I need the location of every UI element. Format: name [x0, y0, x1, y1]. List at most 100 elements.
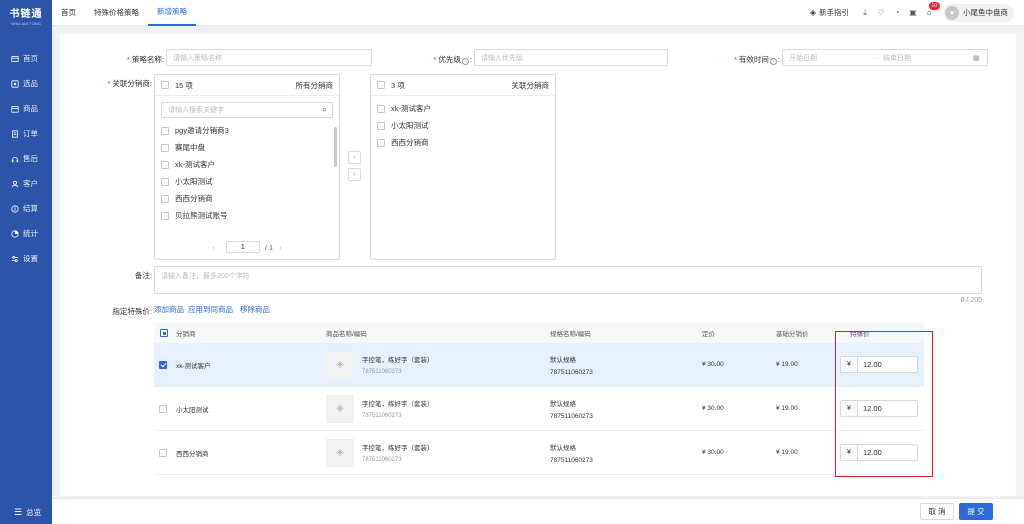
row-checkbox[interactable] [159, 404, 167, 413]
row-base-price: ¥ 19.00 [776, 449, 798, 456]
sidebar-item-settings[interactable]: 设置 [0, 246, 52, 271]
sidebar-item-order[interactable]: 订单 [0, 121, 52, 146]
left-title: 所有分销商 [295, 80, 334, 90]
spec-name: 默认规格 [550, 356, 576, 364]
item-checkbox[interactable] [161, 194, 169, 203]
sidebar-item-select[interactable]: 选品 [0, 71, 52, 96]
item-checkbox[interactable] [161, 160, 169, 169]
user-menu[interactable]: ● 小尾鱼中盘商 [943, 3, 1014, 22]
table-row[interactable]: 西西分销商 ◈ 字控笔，练好字（套装） 787511060273 默认规格 7875… [154, 431, 924, 475]
list-item[interactable]: 西西分销商 [155, 190, 339, 207]
list-item[interactable]: 赛尾中盘 [155, 139, 339, 156]
sidebar-item-customer[interactable]: 客户 [0, 171, 52, 196]
item-checkbox[interactable] [377, 104, 385, 113]
apply-same-product-link[interactable]: 应用到同商品 [188, 304, 233, 315]
transfer-right-list: xk-测试客户 小太阳测试 西西分销商 [371, 100, 555, 151]
item-checkbox[interactable] [377, 121, 385, 130]
stats-icon [10, 229, 19, 238]
col-product: 商品名称/编码 [326, 331, 367, 338]
col-price: 定价 [702, 331, 715, 338]
submit-button[interactable]: 提 交 [959, 503, 993, 520]
col-base-price: 基础分销价 [776, 331, 809, 338]
row-checkbox[interactable] [159, 360, 167, 369]
move-right-button[interactable]: › [348, 151, 361, 164]
product-image-icon: ◈ [326, 438, 354, 467]
item-checkbox[interactable] [161, 211, 169, 220]
row-spec: 默认规格 787511060273 [550, 431, 593, 474]
list-item[interactable]: 西西分销商 [371, 134, 555, 151]
list-item[interactable]: 小太阳测试 [371, 117, 555, 134]
transfer-right-panel: 3 项 关联分销商 xk-测试客户 小太阳测试 西西分销商 [370, 74, 556, 260]
order-icon [10, 129, 19, 138]
list-item[interactable]: 小太阳测试 [155, 173, 339, 190]
sidebar-item-settlement[interactable]: 结算 [0, 196, 52, 221]
list-item[interactable]: 贝拉熊测试账号 [155, 207, 339, 224]
sidebar-item-aftersale[interactable]: 售后 [0, 146, 52, 171]
priority-label: * 优先级?: [433, 55, 472, 65]
sidebar-item-product[interactable]: 商品 [0, 96, 52, 121]
strategy-name-input[interactable]: 请输入策略名称 [166, 49, 372, 66]
remove-product-link[interactable]: 移除商品 [240, 304, 270, 315]
select-all-checkbox[interactable] [161, 81, 169, 89]
table-row[interactable]: 小太阳测试 ◈ 字控笔，练好字（套装） 787511060273 默认规格 7875… [154, 387, 924, 431]
sidebar: 书链通 SHULIAN TONG 首页 选品 商品 订单 售后 客户 结算 统计… [0, 0, 52, 524]
item-checkbox[interactable] [161, 126, 169, 135]
date-range-picker[interactable]: 开始日期 → 结束日期 ▦ [782, 49, 988, 66]
list-item[interactable]: xk-测试客户 [371, 100, 555, 117]
row-price: ¥ 30.00 [702, 361, 724, 368]
sidebar-item-home[interactable]: 首页 [0, 46, 52, 71]
select-all-rows-checkbox[interactable] [160, 329, 168, 337]
guide-button[interactable]: ◈ 新手指引 [810, 7, 849, 18]
sidebar-item-stats[interactable]: 统计 [0, 221, 52, 246]
scrollbar[interactable] [334, 127, 337, 167]
transfer-left-list: pgy邀请分销商3 赛尾中盘 xk-测试客户 小太阳测试 西西分销商 贝拉熊测试… [155, 122, 339, 224]
next-page-icon[interactable]: › [279, 243, 282, 252]
row-checkbox[interactable] [159, 448, 167, 457]
spec-code: 787511060273 [550, 412, 593, 420]
product-name: 字控笔，练好字（套装） [362, 445, 434, 452]
end-date-input[interactable]: 结束日期 [883, 53, 973, 63]
bell-icon[interactable]: ⌂ 10 [924, 2, 941, 18]
select-all-checkbox[interactable] [377, 81, 385, 89]
remark-textarea[interactable]: 请输入备注，最多200个字符 [154, 266, 982, 294]
item-checkbox[interactable] [161, 177, 169, 186]
tab-special-price-strategy[interactable]: 特殊价格策略 [85, 0, 148, 26]
product-name: 字控笔，练好字（套装） [362, 401, 434, 408]
spec-name: 默认规格 [550, 444, 576, 452]
chevron-right-icon: › [353, 154, 356, 161]
row-distributor: 西西分销商 [176, 450, 209, 458]
transfer-search-input[interactable]: 请输入搜索关键字 ⌕ [161, 102, 333, 118]
add-product-link[interactable]: 添加商品 [154, 304, 184, 315]
valid-time-label: * 有效时间?: [733, 55, 780, 65]
special-price-label: 指定特殊价: [112, 307, 152, 316]
row-distributor: 小太阳测试 [176, 406, 209, 414]
download-icon[interactable]: ⤓ [860, 7, 871, 18]
item-checkbox[interactable] [377, 138, 385, 147]
notification-badge: 10 [928, 2, 941, 10]
heart-icon[interactable]: ♡ [876, 7, 887, 18]
cancel-button[interactable]: 取 消 [920, 503, 954, 520]
tab-new-strategy[interactable]: 新增策略 [148, 0, 196, 26]
move-left-button[interactable]: ‹ [348, 168, 361, 181]
after-sale-icon [10, 154, 19, 163]
product-name: 字控笔，练好字（套装） [362, 357, 434, 364]
tab-home[interactable]: 首页 [52, 0, 85, 26]
sidebar-item-label: 订单 [23, 129, 38, 138]
question-icon: ? [461, 58, 469, 65]
page-input[interactable]: 1 [225, 241, 260, 253]
sidebar-collapse-button[interactable]: ☰ 总览 [14, 507, 41, 518]
breadcrumb-tabs: 首页 特殊价格策略 新增策略 [52, 0, 196, 26]
prev-page-icon[interactable]: ‹ [212, 243, 215, 252]
logo[interactable]: 书链通 SHULIAN TONG [0, 0, 52, 30]
list-item[interactable]: pgy邀请分销商3 [155, 122, 339, 139]
priority-input[interactable]: 请输入优先级 [474, 49, 668, 66]
logo-title: 书链通 [9, 8, 43, 20]
start-date-input[interactable]: 开始日期 [789, 53, 871, 63]
avatar: ● [945, 5, 959, 20]
lock-icon[interactable]: ▣ [908, 7, 919, 18]
transfer-left-panel: 15 项 所有分销商 请输入搜索关键字 ⌕ pgy邀请分销商3 赛尾中盘 xk-测试… [154, 74, 340, 260]
item-checkbox[interactable] [161, 143, 169, 152]
headset-icon[interactable]: ◔ [892, 7, 903, 18]
list-item[interactable]: xk-测试客户 [155, 156, 339, 173]
table-row[interactable]: xk-测试客户 ◈ 字控笔，练好字（套装） 787511060273 默认规格 78… [154, 343, 924, 387]
